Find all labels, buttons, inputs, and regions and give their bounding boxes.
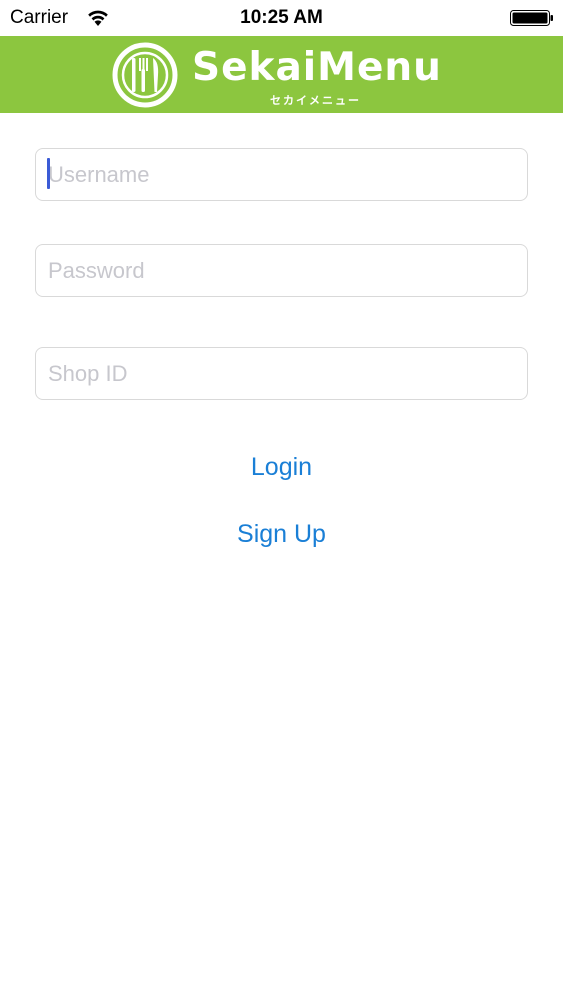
navigation-bar: SekaiMenu セカイメニュー — [0, 36, 563, 113]
brand-name: SekaiMenu — [192, 45, 442, 90]
plate-cutlery-icon — [112, 42, 178, 108]
brand-kana: セカイメニュー — [270, 94, 361, 107]
battery-icon — [510, 10, 553, 26]
login-button[interactable]: Login — [0, 453, 563, 482]
shop-id-field[interactable] — [35, 347, 528, 400]
text-cursor — [47, 158, 50, 189]
sekaimenu-logo: SekaiMenu セカイメニュー — [112, 41, 452, 109]
status-bar: Carrier 10:25 AM — [0, 0, 563, 36]
username-field[interactable] — [35, 148, 528, 201]
sign-up-button[interactable]: Sign Up — [0, 520, 563, 549]
password-field[interactable] — [35, 244, 528, 297]
status-time: 10:25 AM — [240, 7, 323, 28]
